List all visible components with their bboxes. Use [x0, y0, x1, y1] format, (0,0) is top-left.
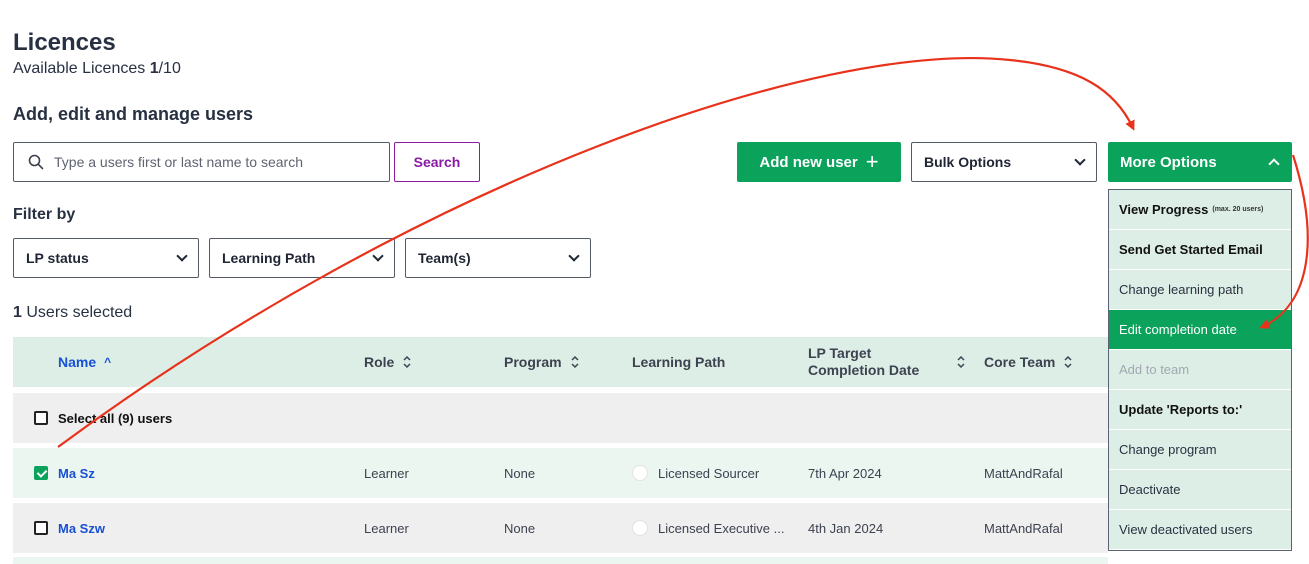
selected-count-number: 1	[13, 304, 22, 321]
selected-count: 1 Users selected	[13, 304, 132, 322]
user-role: Learner	[364, 520, 409, 536]
plus-icon: +	[865, 149, 879, 174]
teams-filter[interactable]: Team(s)	[405, 238, 591, 278]
user-program: None	[504, 520, 536, 536]
column-header-lp-target[interactable]: LP Target Completion Date	[808, 337, 948, 387]
user-learning-path-label: Licensed Sourcer	[658, 465, 760, 481]
column-header-core-team[interactable]: Core Team	[984, 337, 1073, 387]
row-checkbox[interactable]	[34, 466, 48, 480]
user-learning-path: Licensed Sourcer	[632, 448, 759, 498]
lp-status-filter-label: LP status	[26, 250, 89, 266]
user-program: None	[504, 465, 536, 481]
chevron-down-icon	[1074, 154, 1086, 166]
available-licences-label: Available Licences	[13, 60, 146, 77]
more-options-menu: View Progress (max. 20 users) Send Get S…	[1108, 189, 1292, 551]
menu-item-view-deactivated-users[interactable]: View deactivated users	[1109, 510, 1291, 550]
column-header-program-label: Program	[504, 354, 562, 370]
menu-item-add-to-team: Add to team	[1109, 350, 1291, 390]
lp-status-filter[interactable]: LP status	[13, 238, 199, 278]
column-header-learning-path: Learning Path	[632, 337, 725, 387]
column-header-lp-target-sort[interactable]	[956, 337, 966, 387]
selected-count-label: Users selected	[26, 304, 133, 321]
user-name-link[interactable]: Ma Szw	[58, 503, 105, 553]
status-circle-icon	[632, 520, 648, 536]
sort-icon	[957, 355, 965, 369]
column-header-name-label: Name	[58, 354, 97, 370]
menu-item-note: (max. 20 users)	[1212, 206, 1264, 213]
menu-item-edit-completion-date[interactable]: Edit completion date	[1109, 310, 1291, 350]
select-all-label: Select all (9) users	[58, 410, 173, 426]
bulk-options-select[interactable]: Bulk Options	[911, 142, 1097, 182]
menu-item-update-reports-to[interactable]: Update 'Reports to:'	[1109, 390, 1291, 430]
search-input[interactable]	[54, 154, 374, 170]
chevron-down-icon	[568, 250, 580, 262]
column-header-name[interactable]: Name ^	[58, 337, 111, 387]
available-licences-used: 1	[149, 60, 159, 77]
sort-icon	[571, 355, 579, 369]
user-role: Learner	[364, 465, 409, 481]
menu-item-label: View Progress	[1119, 202, 1209, 217]
learning-path-filter-label: Learning Path	[222, 250, 316, 266]
search-button[interactable]: Search	[394, 142, 480, 182]
select-all-row: Select all (9) users	[13, 393, 1108, 443]
column-header-role[interactable]: Role	[364, 337, 412, 387]
learning-path-filter[interactable]: Learning Path	[209, 238, 395, 278]
column-header-role-label: Role	[364, 354, 395, 370]
user-learning-path: Licensed Executive ...	[632, 503, 784, 553]
user-target-date: 7th Apr 2024	[808, 465, 882, 481]
menu-item-change-program[interactable]: Change program	[1109, 430, 1291, 470]
menu-item-view-progress[interactable]: View Progress (max. 20 users)	[1109, 190, 1291, 230]
row-checkbox[interactable]	[34, 521, 48, 535]
user-core-team: MattAndRafal	[984, 465, 1063, 481]
user-core-team: MattAndRafal	[984, 520, 1063, 536]
menu-item-change-learning-path[interactable]: Change learning path	[1109, 270, 1291, 310]
teams-filter-label: Team(s)	[418, 250, 471, 266]
chevron-up-icon	[1268, 158, 1280, 170]
column-header-program[interactable]: Program	[504, 337, 580, 387]
column-header-core-team-label: Core Team	[984, 354, 1056, 370]
menu-item-deactivate[interactable]: Deactivate	[1109, 470, 1291, 510]
section-title: Add, edit and manage users	[13, 104, 254, 124]
filter-label: Filter by	[13, 206, 76, 223]
select-all-checkbox[interactable]	[34, 411, 48, 425]
sort-ascending-icon: ^	[104, 355, 112, 369]
sort-icon	[403, 355, 411, 369]
table-row: Ma Sz Learner None Licensed Sourcer 7th …	[13, 448, 1108, 498]
menu-item-send-get-started-email[interactable]: Send Get Started Email	[1109, 230, 1291, 270]
bulk-options-label: Bulk Options	[924, 154, 1012, 170]
search-icon	[28, 154, 44, 170]
available-licences: Available Licences 1/10	[13, 60, 181, 78]
add-new-user-button[interactable]: Add new user +	[737, 142, 901, 182]
user-learning-path-label: Licensed Executive ...	[658, 520, 785, 536]
chevron-down-icon	[372, 250, 384, 262]
add-new-user-label: Add new user	[759, 153, 858, 171]
status-circle-icon	[632, 465, 648, 481]
user-target-date: 4th Jan 2024	[808, 520, 884, 536]
user-name-link[interactable]: Ma Sz	[58, 448, 95, 498]
available-licences-total: /10	[158, 60, 181, 77]
page-title: Licences	[13, 29, 116, 56]
sort-icon	[1064, 355, 1072, 369]
column-header-learning-path-label: Learning Path	[632, 354, 726, 370]
table-row: Ma Szw Learner None Licensed Executive .…	[13, 503, 1108, 553]
table-row-partial	[13, 557, 1108, 564]
table-header: Name ^ Role Program Learning Path LP Tar…	[13, 337, 1108, 387]
more-options-label: More Options	[1120, 153, 1217, 171]
search-input-wrapper[interactable]	[13, 142, 390, 182]
more-options-button[interactable]: More Options	[1108, 142, 1292, 182]
chevron-down-icon	[176, 250, 188, 262]
column-header-lp-target-label: LP Target Completion Date	[808, 345, 920, 378]
